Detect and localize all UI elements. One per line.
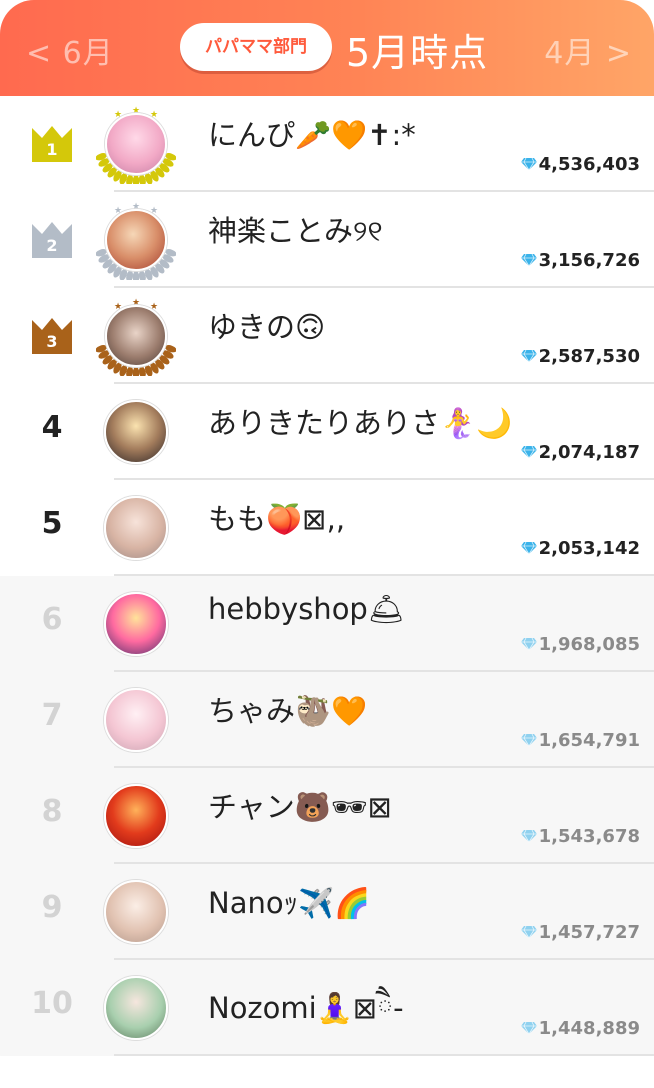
- ranking-row[interactable]: 9 Nanoｯ✈️🌈 1,457,727: [0, 864, 654, 960]
- avatar-frame: [96, 968, 176, 1048]
- point-total: 2,074,187: [520, 442, 640, 463]
- avatar[interactable]: [105, 209, 167, 271]
- point-value: 4,536,403: [538, 154, 640, 175]
- point-value: 1,543,678: [538, 826, 640, 847]
- avatar[interactable]: [104, 592, 168, 656]
- user-name[interactable]: ゆきの🙃: [208, 304, 325, 346]
- point-value: 1,968,085: [538, 634, 640, 655]
- avatar-frame: ★ ★ ★: [96, 104, 176, 184]
- user-name[interactable]: にんぴ🥕🧡✝︎:*: [208, 112, 416, 154]
- ranking-row[interactable]: 10 Nozomi🧘‍♀️⊠ཻ‐ 1,448,889: [0, 960, 654, 1056]
- diamond-icon: [520, 541, 537, 555]
- next-month-button[interactable]: 4月 >: [544, 28, 632, 72]
- point-total: 1,448,889: [520, 1018, 640, 1039]
- ranking-header: < 6月 パパママ部門 5月時点 4月 >: [0, 0, 654, 96]
- diamond-icon: [520, 1021, 537, 1035]
- rank-number: 4: [41, 410, 63, 445]
- ranking-row[interactable]: 6 hebbyshop🛎 1,968,085: [0, 576, 654, 672]
- point-total: 3,156,726: [520, 250, 640, 271]
- avatar[interactable]: [104, 400, 168, 464]
- point-total: 4,536,403: [520, 154, 640, 175]
- diamond-icon: [520, 733, 537, 747]
- avatar-frame: [96, 776, 176, 856]
- ranking-list: 1 ★ ★ ★ にんぴ🥕🧡✝︎:* 4,536,403 2 ★ ★ ★ 神楽ことみ୨୧ 3,156,7…: [0, 96, 654, 1056]
- point-value: 1,448,889: [538, 1018, 640, 1039]
- prev-month-button[interactable]: < 6月: [26, 28, 114, 72]
- diamond-icon: [520, 637, 537, 651]
- rank-crown: 3: [30, 316, 74, 356]
- diamond-icon: [520, 349, 537, 363]
- point-total: 2,053,142: [520, 538, 640, 559]
- diamond-icon: [520, 829, 537, 843]
- avatar[interactable]: [104, 688, 168, 752]
- diamond-icon: [520, 445, 537, 459]
- avatar[interactable]: [104, 496, 168, 560]
- point-value: 1,457,727: [538, 922, 640, 943]
- rank-number: 7: [41, 698, 63, 733]
- avatar-frame: [96, 680, 176, 760]
- point-value: 2,587,530: [538, 346, 640, 367]
- rank-crown: 2: [30, 220, 74, 260]
- avatar-frame: [96, 488, 176, 568]
- rank-number: 3: [46, 332, 58, 351]
- ranking-card: < 6月 パパママ部門 5月時点 4月 > 1 ★ ★ ★ にんぴ🥕🧡✝︎:* 4,536…: [0, 0, 654, 1088]
- point-value: 2,074,187: [538, 442, 640, 463]
- ranking-row[interactable]: 4 ありきたりありさ🧜‍♀️🌙 2,074,187: [0, 384, 654, 480]
- user-name[interactable]: Nozomi🧘‍♀️⊠ཻ‐: [208, 976, 404, 1058]
- user-name[interactable]: Nanoｯ✈️🌈: [208, 880, 370, 922]
- ranking-row[interactable]: 3 ★ ★ ★ ゆきの🙃 2,587,530: [0, 288, 654, 384]
- point-value: 3,156,726: [538, 250, 640, 271]
- rank-number: 9: [41, 890, 63, 925]
- rank-number: 1: [46, 140, 58, 159]
- user-name[interactable]: もも🍑⊠‚‚: [208, 496, 345, 538]
- diamond-icon: [520, 157, 537, 171]
- user-name[interactable]: ありきたりありさ🧜‍♀️🌙: [208, 400, 512, 442]
- avatar[interactable]: [104, 784, 168, 848]
- diamond-icon: [520, 253, 537, 267]
- user-name[interactable]: ちゃみ🦥🧡: [208, 688, 367, 730]
- avatar-frame: [96, 872, 176, 952]
- rank-number: 5: [41, 506, 63, 541]
- point-total: 1,968,085: [520, 634, 640, 655]
- avatar[interactable]: [105, 113, 167, 175]
- rank-number: 2: [46, 236, 58, 255]
- rank-number: 8: [41, 794, 63, 829]
- ranking-row[interactable]: 7 ちゃみ🦥🧡 1,654,791: [0, 672, 654, 768]
- ranking-row[interactable]: 2 ★ ★ ★ 神楽ことみ୨୧ 3,156,726: [0, 192, 654, 288]
- avatar-frame: [96, 392, 176, 472]
- avatar[interactable]: [105, 305, 167, 367]
- ranking-row[interactable]: 8 チャン🐻🕶⊠ 1,543,678: [0, 768, 654, 864]
- ranking-row[interactable]: 1 ★ ★ ★ にんぴ🥕🧡✝︎:* 4,536,403: [0, 96, 654, 192]
- user-name[interactable]: hebbyshop🛎: [208, 592, 405, 627]
- point-total: 1,654,791: [520, 730, 640, 751]
- point-value: 1,654,791: [538, 730, 640, 751]
- page-title: 5月時点: [346, 31, 489, 75]
- row-divider: [114, 1054, 654, 1056]
- avatar-frame: ★ ★ ★: [96, 296, 176, 376]
- point-value: 2,053,142: [538, 538, 640, 559]
- avatar-frame: [96, 584, 176, 664]
- diamond-icon: [520, 925, 537, 939]
- avatar[interactable]: [104, 976, 168, 1040]
- point-total: 1,543,678: [520, 826, 640, 847]
- point-total: 1,457,727: [520, 922, 640, 943]
- avatar-frame: ★ ★ ★: [96, 200, 176, 280]
- category-badge: パパママ部門: [180, 23, 332, 71]
- point-total: 2,587,530: [520, 346, 640, 367]
- rank-number: 6: [41, 602, 63, 637]
- user-name[interactable]: チャン🐻🕶⊠: [208, 784, 392, 826]
- rank-number: 10: [31, 986, 73, 1021]
- avatar[interactable]: [104, 880, 168, 944]
- rank-crown: 1: [30, 124, 74, 164]
- user-name[interactable]: 神楽ことみ୨୧: [208, 208, 383, 250]
- ranking-row[interactable]: 5 もも🍑⊠‚‚ 2,053,142: [0, 480, 654, 576]
